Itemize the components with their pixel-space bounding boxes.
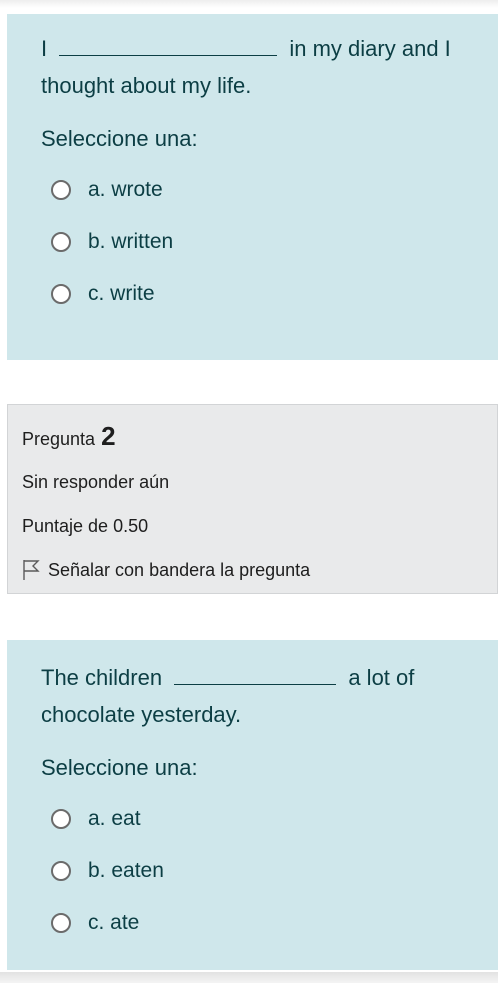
option-label: a. wrote [88, 178, 163, 201]
question-2-info-panel: Pregunta 2 Sin responder aún Puntaje de … [7, 404, 498, 594]
bottom-divider [0, 972, 498, 983]
question-2-text-line-2: chocolate yesterday. [41, 702, 242, 727]
flag-label: Señalar con bandera la pregunta [48, 559, 311, 580]
radio-button[interactable] [51, 284, 71, 304]
flag-outline-icon [23, 560, 40, 580]
radio-button[interactable] [51, 809, 71, 829]
question-1-blank [59, 53, 278, 56]
question-2-option-b[interactable]: b. eaten [41, 845, 484, 897]
question-1-option-c[interactable]: c. write [41, 268, 484, 320]
question-2-content: The children a lot of chocolate yesterda… [7, 640, 498, 970]
flag-question-link[interactable]: Señalar con bandera la pregunta [22, 553, 497, 587]
question-2-text-line-1: The children a lot of [41, 659, 484, 696]
question-2-text-before: The children [41, 665, 163, 690]
question-2-text-after: a lot of [348, 665, 415, 690]
question-1-text-before: I [41, 36, 48, 61]
radio-button[interactable] [51, 232, 71, 252]
option-label: a. eat [88, 807, 141, 830]
option-label: b. eaten [88, 859, 164, 882]
radio-button[interactable] [51, 913, 71, 933]
option-label: c. ate [88, 911, 140, 934]
question-2-option-c[interactable]: c. ate [41, 897, 484, 949]
radio-button[interactable] [51, 861, 71, 881]
question-2-prompt: Seleccione una: [41, 755, 198, 780]
question-1-text-line-2: thought about my life. [41, 73, 252, 98]
question-1-text-after: in my diary and I [289, 36, 451, 61]
question-1-option-b[interactable]: b. written [41, 216, 484, 268]
question-2-option-a[interactable]: a. eat [41, 793, 484, 845]
question-2-blank [174, 682, 337, 685]
question-status: Sin responder aún [22, 472, 170, 492]
option-label: b. written [88, 230, 174, 253]
top-divider [0, 0, 498, 8]
question-1-option-a[interactable]: a. wrote [41, 164, 484, 216]
question-1-prompt: Seleccione una: [41, 126, 198, 151]
question-number: 2 [101, 421, 116, 451]
option-label: c. write [88, 282, 155, 305]
question-1-text-line-1: I in my diary and I [41, 30, 484, 67]
question-score: Puntaje de 0.50 [22, 516, 149, 536]
question-2-title: Pregunta 2 [22, 421, 497, 455]
question-1-content: I in my diary and I thought about my lif… [7, 14, 498, 360]
radio-button[interactable] [51, 180, 71, 200]
question-title-prefix: Pregunta [22, 429, 96, 449]
